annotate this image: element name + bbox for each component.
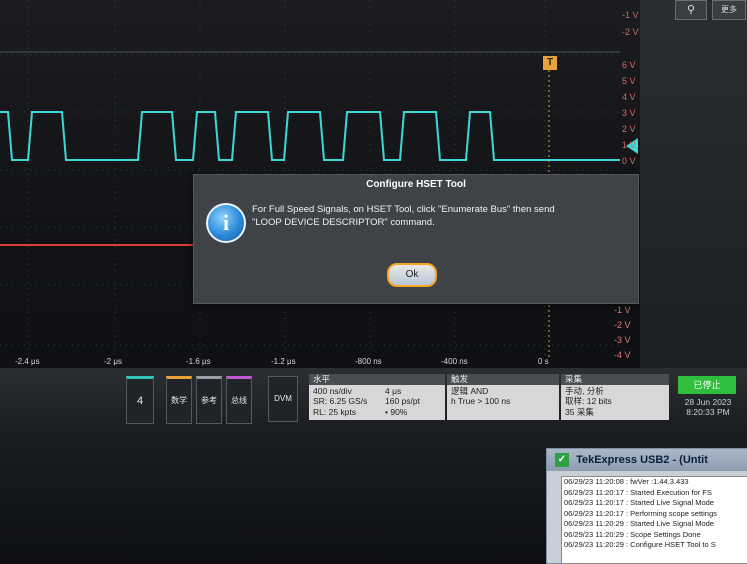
trigger-condition: h True > 100 ns bbox=[451, 396, 511, 406]
trigger-marker[interactable]: T bbox=[543, 56, 557, 70]
scale-label: -1 V bbox=[614, 305, 631, 315]
horizontal-settings[interactable]: 水平 400 ns/div 4 μs SR: 6.25 GS/s 160 ps/… bbox=[309, 374, 445, 420]
dialog-message-line: For Full Speed Signals, on HSET Tool, cl… bbox=[252, 204, 555, 215]
acquisition-mode: 手动, 分析 bbox=[565, 385, 604, 396]
trigger-position: • 90% bbox=[385, 406, 408, 417]
time-axis-label: -400 ns bbox=[441, 357, 468, 366]
time-axis-label: -1.2 μs bbox=[271, 357, 296, 366]
log-line: 06/29/23 11:20:29 : Started Live Signal … bbox=[564, 519, 714, 528]
configure-hset-dialog: Configure HSET Tool i For Full Speed Sig… bbox=[193, 174, 639, 304]
tekexpress-logo-icon: ✓ bbox=[555, 453, 569, 467]
log-line: 06/29/23 11:20:17 : Started Execution fo… bbox=[564, 487, 712, 497]
scale-label: 1 V bbox=[622, 140, 636, 150]
log-line: 06/29/23 11:20:08 : fwVer :1.44.3.433 bbox=[564, 477, 689, 486]
scale-label: 4 V bbox=[622, 92, 636, 102]
right-panel: ⚲ 更多 bbox=[640, 0, 747, 368]
horizontal-row: RL: 25 kpts • 90% bbox=[313, 407, 441, 418]
tekexpress-title: TekExpress USB2 - (Untit bbox=[576, 454, 708, 466]
acquisition-count: 35 采集 bbox=[565, 406, 594, 417]
trigger-header: 触发 bbox=[447, 374, 559, 385]
time-axis-label: -800 ns bbox=[355, 357, 382, 366]
record-duration: 4 μs bbox=[385, 385, 402, 396]
log-line: 06/29/23 11:20:29 : Configure HSET Tool … bbox=[564, 540, 716, 549]
dialog-message-line: "LOOP DEVICE DESCRIPTOR" command. bbox=[252, 217, 435, 228]
log-line: 06/29/23 11:20:17 : Performing scope set… bbox=[564, 508, 717, 518]
dialog-title: Configure HSET Tool bbox=[366, 179, 466, 190]
scale-label: 5 V bbox=[622, 76, 636, 86]
dialog-message: For Full Speed Signals, on HSET Tool, cl… bbox=[252, 203, 622, 229]
time-axis-label: -1.6 μs bbox=[186, 357, 211, 366]
reference-button[interactable]: 参考 bbox=[196, 376, 222, 424]
horizontal-row: 400 ns/div 4 μs bbox=[313, 386, 441, 397]
info-icon: i bbox=[206, 203, 246, 243]
tekexpress-window: ✓ TekExpress USB2 - (Untit 06/29/23 11:2… bbox=[546, 448, 747, 564]
record-length: RL: 25 kpts bbox=[313, 406, 356, 417]
acquisition-header: 采集 bbox=[561, 374, 669, 385]
run-stop-status[interactable]: 已停止 bbox=[678, 376, 736, 394]
log-line: 06/29/23 11:20:29 : Scope Settings Done bbox=[564, 529, 701, 539]
sample-interval: 160 ps/pt bbox=[385, 396, 420, 406]
channel-add-button[interactable]: 4 bbox=[126, 376, 154, 424]
bottom-control-bar: 4 数学 参考 总线 DVM 水平 400 ns/div 4 μs SR: 6.… bbox=[0, 368, 747, 430]
math-button[interactable]: 数学 bbox=[166, 376, 192, 424]
date-time: 28 Jun 2023 8:20:33 PM bbox=[678, 397, 738, 417]
scale-label: -3 V bbox=[614, 335, 631, 345]
dvm-button[interactable]: DVM bbox=[268, 376, 298, 422]
status-log[interactable]: 06/29/23 11:20:08 : fwVer :1.44.3.433 06… bbox=[561, 476, 747, 564]
trigger-type: 逻辑 AND bbox=[451, 385, 489, 396]
scale-label: -1 V bbox=[622, 10, 639, 20]
time-axis-label: 0 s bbox=[538, 357, 549, 366]
scale-label: -4 V bbox=[614, 350, 631, 360]
time-axis-label: -2.4 μs bbox=[15, 357, 40, 366]
sample-rate: SR: 6.25 GS/s bbox=[313, 396, 368, 406]
time-axis-label: -2 μs bbox=[104, 357, 122, 366]
scale-label: 2 V bbox=[622, 124, 636, 134]
ok-button[interactable]: Ok bbox=[387, 263, 437, 287]
log-line: 06/29/23 11:20:17 : Started Live Signal … bbox=[564, 498, 714, 507]
date-label: 28 Jun 2023 bbox=[684, 397, 732, 407]
bus-button[interactable]: 总线 bbox=[226, 376, 252, 424]
time-per-div: 400 ns/div bbox=[313, 385, 352, 396]
channel-1-trace bbox=[0, 111, 620, 161]
scale-label: 3 V bbox=[622, 108, 636, 118]
scale-label: -2 V bbox=[622, 27, 639, 37]
acquisition-settings[interactable]: 采集 手动, 分析 取样: 12 bits 35 采集 bbox=[561, 374, 669, 420]
horizontal-header: 水平 bbox=[309, 374, 445, 385]
search-icon[interactable]: ⚲ bbox=[675, 0, 707, 20]
tekexpress-title-bar[interactable]: ✓ TekExpress USB2 - (Untit bbox=[547, 449, 747, 471]
trigger-settings[interactable]: 触发 逻辑 AND h True > 100 ns bbox=[447, 374, 559, 420]
acquisition-resolution: 取样: 12 bits bbox=[565, 396, 612, 406]
time-label: 8:20:33 PM bbox=[686, 407, 730, 417]
scale-label: -2 V bbox=[614, 320, 631, 330]
scope-display: T -1 V -2 V 6 V 5 V 4 V 3 V 2 V 1 V 0 V … bbox=[0, 0, 640, 368]
horizontal-row: SR: 6.25 GS/s 160 ps/pt bbox=[313, 396, 441, 407]
more-button[interactable]: 更多 bbox=[712, 0, 746, 20]
scale-label: 0 V bbox=[622, 156, 636, 166]
scale-label: 6 V bbox=[622, 60, 636, 70]
